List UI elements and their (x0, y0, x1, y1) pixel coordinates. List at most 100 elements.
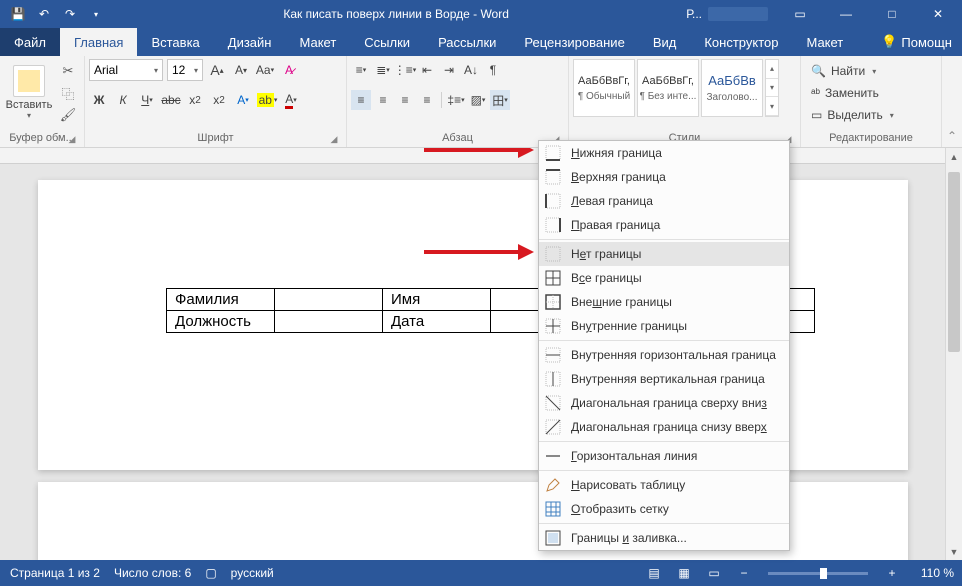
align-center-button[interactable]: ≡ (373, 90, 393, 110)
style-heading1[interactable]: АаБбВвЗаголово... (701, 59, 763, 117)
collapse-ribbon-button[interactable]: ⌃ (942, 56, 962, 147)
tab-developer[interactable]: Конструктор (690, 28, 792, 56)
print-layout-button[interactable]: ▦ (672, 563, 696, 583)
copy-button[interactable]: ⿻ (58, 83, 78, 103)
ribbon-display-options[interactable]: ▭ (778, 0, 822, 28)
superscript-button[interactable]: x2 (209, 90, 229, 110)
table-cell[interactable]: Фамилия (167, 289, 275, 311)
format-painter-button[interactable]: 🖌 (58, 105, 78, 125)
multilevel-list-button[interactable]: ⋮≡▾ (395, 60, 415, 80)
underline-button[interactable]: Ч▾ (137, 90, 157, 110)
maximize-button[interactable]: □ (870, 0, 914, 28)
menu-border-inside-horiz[interactable]: Внутренняя горизонтальная граница (539, 343, 789, 367)
zoom-in-button[interactable]: + (880, 563, 904, 583)
styles-gallery-more[interactable]: ▴▾▾ (765, 59, 779, 117)
tab-file[interactable]: Файл (0, 28, 60, 56)
menu-border-outside[interactable]: Внешние границы (539, 290, 789, 314)
table-cell[interactable] (275, 289, 383, 311)
page-number-status[interactable]: Страница 1 из 2 (10, 566, 100, 580)
menu-borders-shading[interactable]: Границы и заливка... (539, 526, 789, 550)
tab-design[interactable]: Дизайн (214, 28, 286, 56)
tab-insert[interactable]: Вставка (137, 28, 213, 56)
tab-view[interactable]: Вид (639, 28, 691, 56)
tab-home[interactable]: Главная (60, 28, 137, 56)
numbering-button[interactable]: ≣▾ (373, 60, 393, 80)
menu-border-left[interactable]: Левая граница (539, 189, 789, 213)
table-cell[interactable]: Должность (167, 311, 275, 333)
minimize-button[interactable]: — (824, 0, 868, 28)
italic-button[interactable]: К (113, 90, 133, 110)
decrease-indent-button[interactable]: ⇤ (417, 60, 437, 80)
scroll-up-button[interactable]: ▲ (946, 148, 962, 165)
font-color-button[interactable]: A▾ (281, 90, 301, 110)
tab-layout[interactable]: Макет (285, 28, 350, 56)
tab-references[interactable]: Ссылки (350, 28, 424, 56)
redo-button[interactable]: ↷ (58, 2, 82, 26)
change-case-button[interactable]: Aa▾ (255, 60, 275, 80)
menu-border-diag-up[interactable]: Диагональная граница снизу вверх (539, 415, 789, 439)
bold-button[interactable]: Ж (89, 90, 109, 110)
borders-button[interactable]: 田▾ (490, 90, 510, 110)
line-spacing-button[interactable]: ‡≡▾ (446, 90, 466, 110)
menu-horizontal-line[interactable]: Горизонтальная линия (539, 444, 789, 468)
text-effects-button[interactable]: A▾ (233, 90, 253, 110)
shading-button[interactable]: ▨▾ (468, 90, 488, 110)
close-button[interactable]: ✕ (916, 0, 960, 28)
menu-border-all[interactable]: Все границы (539, 266, 789, 290)
style-no-spacing[interactable]: АаБбВвГг,¶ Без инте... (637, 59, 699, 117)
tab-mailings[interactable]: Рассылки (424, 28, 510, 56)
font-size-combo[interactable]: 12▾ (167, 59, 203, 81)
scroll-down-button[interactable]: ▼ (946, 543, 962, 560)
table-cell[interactable]: Имя (383, 289, 491, 311)
save-button[interactable]: 💾 (6, 2, 30, 26)
menu-view-gridlines[interactable]: Отобразить сетку (539, 497, 789, 521)
strikethrough-button[interactable]: abc (161, 90, 181, 110)
vertical-scrollbar[interactable]: ▲ ▼ (945, 148, 962, 560)
zoom-slider[interactable] (768, 572, 868, 575)
menu-draw-table[interactable]: Нарисовать таблицу (539, 473, 789, 497)
table-cell[interactable] (275, 311, 383, 333)
increase-indent-button[interactable]: ⇥ (439, 60, 459, 80)
table-cell[interactable]: Дата (383, 311, 491, 333)
menu-border-right[interactable]: Правая граница (539, 213, 789, 237)
cut-button[interactable]: ✂ (58, 61, 78, 81)
justify-button[interactable]: ≡ (417, 90, 437, 110)
language-status[interactable]: русский (231, 566, 274, 580)
spell-check-status[interactable]: ▢ (205, 566, 216, 580)
menu-border-diag-down[interactable]: Диагональная граница сверху вниз (539, 391, 789, 415)
sort-button[interactable]: A↓ (461, 60, 481, 80)
word-count-status[interactable]: Число слов: 6 (114, 566, 191, 580)
menu-border-bottom[interactable]: ННижняя границаижняя граница (539, 141, 789, 165)
web-layout-button[interactable]: ▭ (702, 563, 726, 583)
clear-formatting-button[interactable]: A̷ (279, 60, 299, 80)
read-mode-button[interactable]: ▤ (642, 563, 666, 583)
align-left-button[interactable]: ≡ (351, 90, 371, 110)
menu-border-inside-vert[interactable]: Внутренняя вертикальная граница (539, 367, 789, 391)
undo-button[interactable]: ↶ (32, 2, 56, 26)
menu-border-inside[interactable]: Внутренние границы (539, 314, 789, 338)
style-normal[interactable]: АаБбВвГг,¶ Обычный (573, 59, 635, 117)
menu-border-none[interactable]: Нет границы (539, 242, 789, 266)
tab-review[interactable]: Рецензирование (510, 28, 638, 56)
qat-customize[interactable]: ▾ (84, 2, 108, 26)
find-button[interactable]: 🔍Найти▾ (811, 61, 894, 81)
zoom-level[interactable]: 110 % (910, 566, 954, 580)
shrink-font-button[interactable]: A▾ (231, 60, 251, 80)
paste-button[interactable]: Вставить ▾ (4, 59, 54, 125)
tell-me[interactable]: 💡Помощн (871, 28, 962, 56)
font-dialog-launcher[interactable]: ◢ (328, 133, 340, 145)
show-marks-button[interactable]: ¶ (483, 60, 503, 80)
highlight-button[interactable]: ab▾ (257, 90, 277, 110)
bullets-button[interactable]: ≡▾ (351, 60, 371, 80)
scroll-thumb[interactable] (948, 172, 960, 352)
grow-font-button[interactable]: A▴ (207, 60, 227, 80)
menu-border-top[interactable]: Верхняя граница (539, 165, 789, 189)
align-right-button[interactable]: ≡ (395, 90, 415, 110)
replace-button[interactable]: ᵃᵇЗаменить (811, 83, 894, 103)
clipboard-dialog-launcher[interactable]: ◢ (66, 133, 78, 145)
select-button[interactable]: ▭Выделить▾ (811, 105, 894, 125)
subscript-button[interactable]: x2 (185, 90, 205, 110)
zoom-out-button[interactable]: − (732, 563, 756, 583)
account-area[interactable]: Р... (678, 7, 776, 21)
tab-layout2[interactable]: Макет (792, 28, 857, 56)
